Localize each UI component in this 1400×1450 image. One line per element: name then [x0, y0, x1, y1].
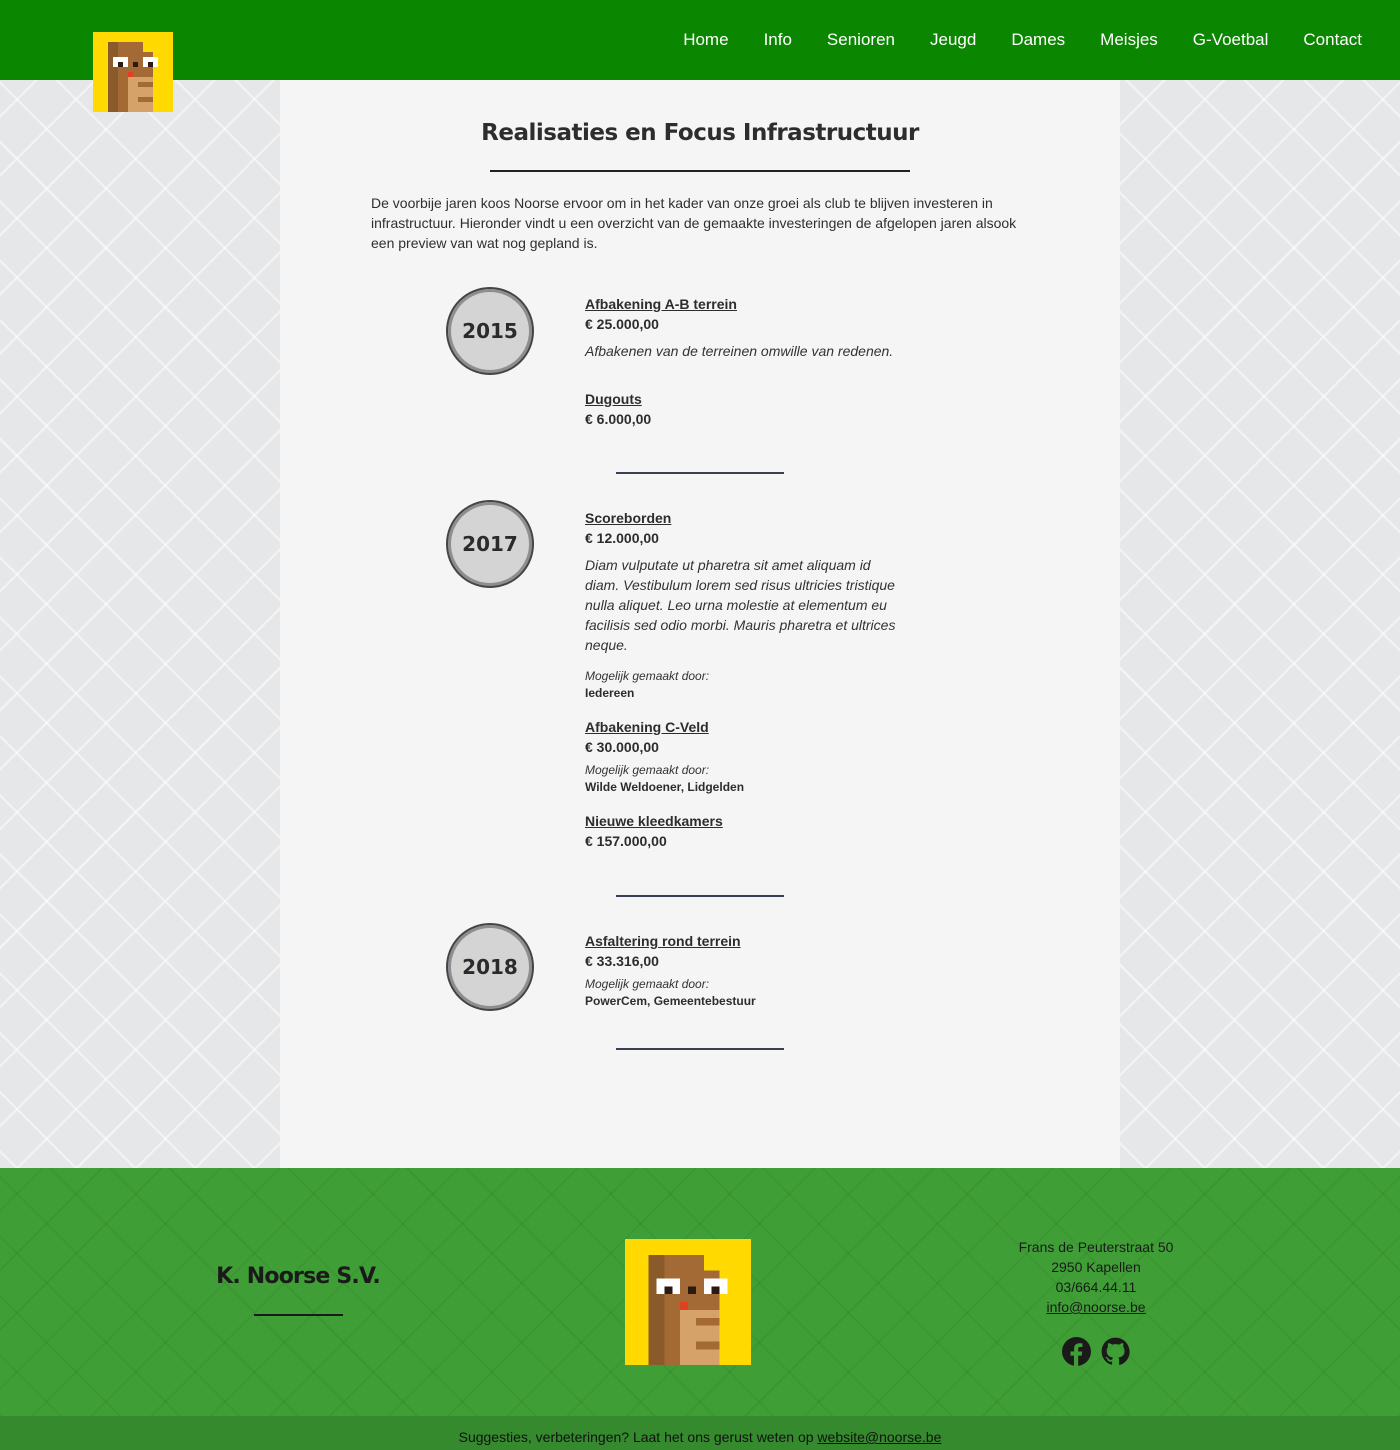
contact-email-link[interactable]: info@noorse.be [1046, 1299, 1145, 1315]
contact-address: Frans de Peuterstraat 50 2950 Kapellen 0… [996, 1237, 1196, 1317]
footer-logo [625, 1239, 751, 1365]
year-badge: 2018 [446, 923, 534, 1011]
content-panel: Realisaties en Focus Infrastructuur De v… [280, 80, 1120, 1168]
item-cost: € 157.000,00 [585, 833, 667, 849]
year-divider [616, 472, 784, 474]
nav-link-home[interactable]: Home [683, 30, 728, 50]
year-badge: 2015 [446, 287, 534, 375]
year-divider [616, 1048, 784, 1050]
item-sponsor: Iedereen [585, 686, 635, 700]
intro-text: De voorbije jaren koos Noorse ervoor om … [371, 195, 1017, 251]
phone-number: 03/664.44.11 [1055, 1279, 1137, 1295]
item-title-link[interactable]: Afbakening C-Veld [585, 717, 915, 737]
item-description: Afbakenen van de terreinen omwille van r… [585, 343, 894, 359]
year-items: Afbakening A-B terrein € 25.000,00 Afbak… [585, 294, 915, 429]
address-street: Frans de Peuterstraat 50 [1018, 1239, 1174, 1255]
year-badge: 2017 [446, 500, 534, 588]
item-title-link[interactable]: Asfaltering rond terrein [585, 931, 915, 951]
social-links [1062, 1337, 1130, 1366]
year-divider [616, 895, 784, 897]
item-title-link[interactable]: Afbakening A-B terrein [585, 294, 915, 314]
item-description: Diam vulputate ut pharetra sit amet aliq… [585, 557, 896, 653]
infra-item: Scoreborden € 12.000,00 Diam vulputate u… [585, 508, 915, 702]
nav-link-senioren[interactable]: Senioren [827, 30, 895, 50]
item-cost: € 12.000,00 [585, 530, 659, 546]
item-sponsor: Wilde Weldoener, Lidgelden [585, 780, 745, 794]
infra-item: Nieuwe kleedkamers € 157.000,00 [585, 811, 915, 851]
item-title-link[interactable]: Nieuwe kleedkamers [585, 811, 915, 831]
item-sponsor-label: Mogelijk gemaakt door: [585, 669, 710, 683]
nav-link-info[interactable]: Info [764, 30, 792, 50]
nav-link-jeugd[interactable]: Jeugd [930, 30, 976, 50]
title-divider [490, 170, 910, 172]
site-footer: K. Noorse S.V. Frans de Peuterstraat 50 … [0, 1168, 1400, 1416]
item-title-link[interactable]: Scoreborden [585, 508, 915, 528]
year-items: Asfaltering rond terrein € 33.316,00 Mog… [585, 931, 915, 1010]
club-name: K. Noorse S.V. [216, 1264, 381, 1289]
item-sponsor-label: Mogelijk gemaakt door: [585, 977, 710, 991]
item-cost: € 33.316,00 [585, 953, 659, 969]
page-title: Realisaties en Focus Infrastructuur [481, 120, 919, 146]
infra-item: Dugouts € 6.000,00 [585, 389, 915, 429]
infra-item: Asfaltering rond terrein € 33.316,00 Mog… [585, 931, 915, 1010]
infra-item: Afbakening C-Veld € 30.000,00 Mogelijk g… [585, 717, 915, 796]
item-cost: € 25.000,00 [585, 316, 659, 332]
item-sponsor: PowerCem, Gemeentebestuur [585, 994, 756, 1008]
feedback-email-link[interactable]: website@noorse.be [817, 1429, 941, 1445]
nav-link-g-voetbal[interactable]: G-Voetbal [1193, 30, 1269, 50]
nav-link-contact[interactable]: Contact [1303, 30, 1362, 50]
address-city: 2950 Kapellen [1051, 1259, 1141, 1275]
feedback-text: Suggesties, verbeteringen? Laat het ons … [458, 1429, 818, 1445]
item-sponsor-label: Mogelijk gemaakt door: [585, 763, 710, 777]
top-navbar: Home Info Senioren Jeugd Dames Meisjes G… [0, 0, 1400, 80]
nav-link-meisjes[interactable]: Meisjes [1100, 30, 1158, 50]
club-name-divider [254, 1314, 343, 1316]
facebook-icon[interactable] [1062, 1337, 1091, 1366]
item-cost: € 6.000,00 [585, 411, 652, 427]
year-items: Scoreborden € 12.000,00 Diam vulputate u… [585, 508, 915, 851]
github-icon[interactable] [1101, 1337, 1130, 1366]
item-title-link[interactable]: Dugouts [585, 389, 915, 409]
site-logo[interactable] [93, 32, 173, 112]
nav-link-dames[interactable]: Dames [1011, 30, 1065, 50]
mascot-logo-icon [93, 32, 173, 112]
mascot-logo-icon [625, 1239, 751, 1365]
infra-item: Afbakening A-B terrein € 25.000,00 Afbak… [585, 294, 915, 361]
item-cost: € 30.000,00 [585, 739, 659, 755]
main-nav: Home Info Senioren Jeugd Dames Meisjes G… [648, 30, 1362, 50]
bottom-bar: Suggesties, verbeteringen? Laat het ons … [0, 1416, 1400, 1450]
